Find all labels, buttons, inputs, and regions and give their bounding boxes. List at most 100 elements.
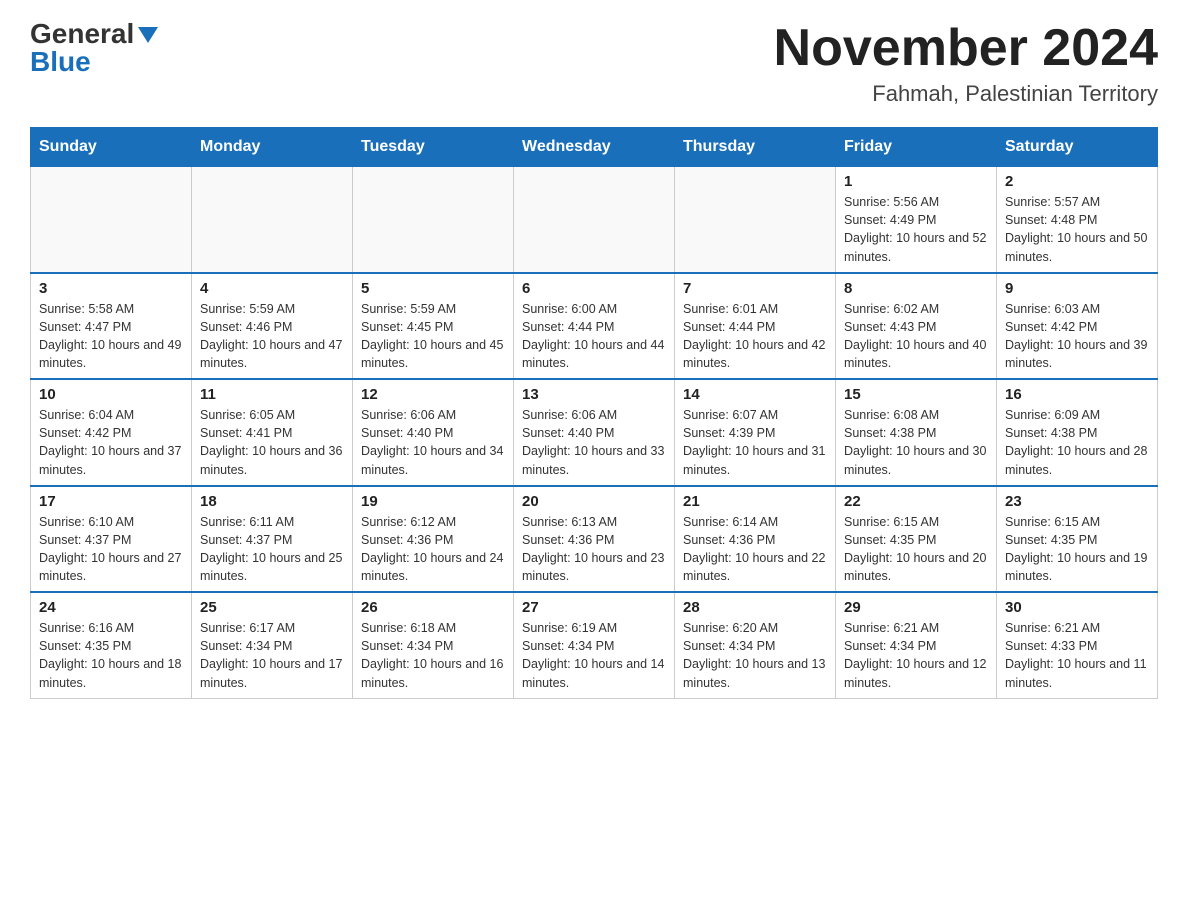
day-info: Sunrise: 6:01 AM Sunset: 4:44 PM Dayligh… (683, 300, 827, 373)
header-day-friday: Friday (836, 128, 997, 167)
calendar-cell: 12 Sunrise: 6:06 AM Sunset: 4:40 PM Dayli… (353, 379, 514, 486)
calendar-cell (514, 167, 675, 273)
day-info: Sunrise: 6:16 AM Sunset: 4:35 PM Dayligh… (39, 619, 183, 692)
calendar-cell: 3 Sunrise: 5:58 AM Sunset: 4:47 PM Daylig… (31, 273, 192, 380)
day-number: 19 (361, 493, 505, 510)
logo-general: General (30, 18, 134, 49)
calendar-week-1: 3 Sunrise: 5:58 AM Sunset: 4:47 PM Daylig… (31, 273, 1158, 380)
calendar-cell (192, 167, 353, 273)
header-day-thursday: Thursday (675, 128, 836, 167)
calendar-cell: 11 Sunrise: 6:05 AM Sunset: 4:41 PM Dayli… (192, 379, 353, 486)
day-info: Sunrise: 5:56 AM Sunset: 4:49 PM Dayligh… (844, 193, 988, 266)
calendar-week-3: 17 Sunrise: 6:10 AM Sunset: 4:37 PM Dayli… (31, 486, 1158, 593)
calendar-cell: 7 Sunrise: 6:01 AM Sunset: 4:44 PM Daylig… (675, 273, 836, 380)
calendar-cell: 16 Sunrise: 6:09 AM Sunset: 4:38 PM Dayli… (997, 379, 1158, 486)
day-info: Sunrise: 6:06 AM Sunset: 4:40 PM Dayligh… (361, 406, 505, 479)
calendar-cell: 17 Sunrise: 6:10 AM Sunset: 4:37 PM Dayli… (31, 486, 192, 593)
day-info: Sunrise: 6:06 AM Sunset: 4:40 PM Dayligh… (522, 406, 666, 479)
title-section: November 2024 Fahmah, Palestinian Territ… (774, 20, 1158, 107)
day-number: 15 (844, 386, 988, 403)
calendar-cell: 4Sunrise: 5:59 AM Sunset: 4:46 PM Daylig… (192, 273, 353, 380)
day-info: Sunrise: 6:19 AM Sunset: 4:34 PM Dayligh… (522, 619, 666, 692)
day-number: 17 (39, 493, 183, 510)
day-number: 29 (844, 599, 988, 616)
day-info: Sunrise: 6:18 AM Sunset: 4:34 PM Dayligh… (361, 619, 505, 692)
calendar-body: 1 Sunrise: 5:56 AM Sunset: 4:49 PM Daylig… (31, 167, 1158, 699)
calendar-week-0: 1 Sunrise: 5:56 AM Sunset: 4:49 PM Daylig… (31, 167, 1158, 273)
day-number: 11 (200, 386, 344, 403)
day-info: Sunrise: 6:14 AM Sunset: 4:36 PM Dayligh… (683, 513, 827, 586)
calendar-cell: 28Sunrise: 6:20 AM Sunset: 4:34 PM Dayli… (675, 592, 836, 698)
calendar-cell: 19 Sunrise: 6:12 AM Sunset: 4:36 PM Dayli… (353, 486, 514, 593)
day-number: 4 (200, 280, 344, 297)
day-info: Sunrise: 6:07 AM Sunset: 4:39 PM Dayligh… (683, 406, 827, 479)
day-info: Sunrise: 6:20 AM Sunset: 4:34 PM Dayligh… (683, 619, 827, 692)
day-number: 9 (1005, 280, 1149, 297)
day-number: 13 (522, 386, 666, 403)
day-info: Sunrise: 6:15 AM Sunset: 4:35 PM Dayligh… (1005, 513, 1149, 586)
calendar-cell (675, 167, 836, 273)
calendar-cell: 15Sunrise: 6:08 AM Sunset: 4:38 PM Dayli… (836, 379, 997, 486)
day-number: 24 (39, 599, 183, 616)
header-day-tuesday: Tuesday (353, 128, 514, 167)
day-number: 7 (683, 280, 827, 297)
calendar-header: SundayMondayTuesdayWednesdayThursdayFrid… (31, 128, 1158, 167)
day-info: Sunrise: 5:58 AM Sunset: 4:47 PM Dayligh… (39, 300, 183, 373)
day-number: 6 (522, 280, 666, 297)
day-number: 3 (39, 280, 183, 297)
day-info: Sunrise: 6:12 AM Sunset: 4:36 PM Dayligh… (361, 513, 505, 586)
day-info: Sunrise: 6:17 AM Sunset: 4:34 PM Dayligh… (200, 619, 344, 692)
day-info: Sunrise: 6:03 AM Sunset: 4:42 PM Dayligh… (1005, 300, 1149, 373)
day-number: 8 (844, 280, 988, 297)
day-info: Sunrise: 6:09 AM Sunset: 4:38 PM Dayligh… (1005, 406, 1149, 479)
day-number: 1 (844, 173, 988, 190)
header-day-saturday: Saturday (997, 128, 1158, 167)
day-number: 25 (200, 599, 344, 616)
calendar-cell: 24 Sunrise: 6:16 AM Sunset: 4:35 PM Dayli… (31, 592, 192, 698)
logo-text: General (30, 20, 158, 48)
header-day-monday: Monday (192, 128, 353, 167)
day-info: Sunrise: 5:57 AM Sunset: 4:48 PM Dayligh… (1005, 193, 1149, 266)
day-info: Sunrise: 6:10 AM Sunset: 4:37 PM Dayligh… (39, 513, 183, 586)
day-info: Sunrise: 6:02 AM Sunset: 4:43 PM Dayligh… (844, 300, 988, 373)
logo-blue: Blue (30, 48, 91, 76)
day-info: Sunrise: 6:04 AM Sunset: 4:42 PM Dayligh… (39, 406, 183, 479)
day-number: 14 (683, 386, 827, 403)
day-number: 12 (361, 386, 505, 403)
day-info: Sunrise: 6:11 AM Sunset: 4:37 PM Dayligh… (200, 513, 344, 586)
calendar-cell: 27 Sunrise: 6:19 AM Sunset: 4:34 PM Dayli… (514, 592, 675, 698)
calendar-cell: 30Sunrise: 6:21 AM Sunset: 4:33 PM Dayli… (997, 592, 1158, 698)
calendar-cell: 6 Sunrise: 6:00 AM Sunset: 4:44 PM Daylig… (514, 273, 675, 380)
day-number: 5 (361, 280, 505, 297)
calendar-cell: 18Sunrise: 6:11 AM Sunset: 4:37 PM Dayli… (192, 486, 353, 593)
day-number: 27 (522, 599, 666, 616)
day-number: 21 (683, 493, 827, 510)
calendar-week-2: 10Sunrise: 6:04 AM Sunset: 4:42 PM Dayli… (31, 379, 1158, 486)
calendar-cell: 26Sunrise: 6:18 AM Sunset: 4:34 PM Dayli… (353, 592, 514, 698)
calendar-cell: 29 Sunrise: 6:21 AM Sunset: 4:34 PM Dayli… (836, 592, 997, 698)
calendar-cell: 9 Sunrise: 6:03 AM Sunset: 4:42 PM Daylig… (997, 273, 1158, 380)
page-header: General Blue November 2024 Fahmah, Pales… (30, 20, 1158, 107)
calendar-table: SundayMondayTuesdayWednesdayThursdayFrid… (30, 127, 1158, 699)
logo: General Blue (30, 20, 158, 76)
calendar-cell: 1 Sunrise: 5:56 AM Sunset: 4:49 PM Daylig… (836, 167, 997, 273)
calendar-cell: 8 Sunrise: 6:02 AM Sunset: 4:43 PM Daylig… (836, 273, 997, 380)
day-info: Sunrise: 6:21 AM Sunset: 4:34 PM Dayligh… (844, 619, 988, 692)
day-info: Sunrise: 6:21 AM Sunset: 4:33 PM Dayligh… (1005, 619, 1149, 692)
main-title: November 2024 (774, 20, 1158, 77)
day-info: Sunrise: 6:15 AM Sunset: 4:35 PM Dayligh… (844, 513, 988, 586)
day-info: Sunrise: 5:59 AM Sunset: 4:45 PM Dayligh… (361, 300, 505, 373)
calendar-cell: 21 Sunrise: 6:14 AM Sunset: 4:36 PM Dayli… (675, 486, 836, 593)
day-info: Sunrise: 6:05 AM Sunset: 4:41 PM Dayligh… (200, 406, 344, 479)
header-row: SundayMondayTuesdayWednesdayThursdayFrid… (31, 128, 1158, 167)
calendar-cell: 13 Sunrise: 6:06 AM Sunset: 4:40 PM Dayli… (514, 379, 675, 486)
day-number: 16 (1005, 386, 1149, 403)
subtitle: Fahmah, Palestinian Territory (774, 81, 1158, 107)
calendar-week-4: 24 Sunrise: 6:16 AM Sunset: 4:35 PM Dayli… (31, 592, 1158, 698)
day-number: 2 (1005, 173, 1149, 190)
calendar-cell: 20Sunrise: 6:13 AM Sunset: 4:36 PM Dayli… (514, 486, 675, 593)
day-info: Sunrise: 6:00 AM Sunset: 4:44 PM Dayligh… (522, 300, 666, 373)
calendar-cell: 25 Sunrise: 6:17 AM Sunset: 4:34 PM Dayli… (192, 592, 353, 698)
day-number: 20 (522, 493, 666, 510)
day-number: 22 (844, 493, 988, 510)
